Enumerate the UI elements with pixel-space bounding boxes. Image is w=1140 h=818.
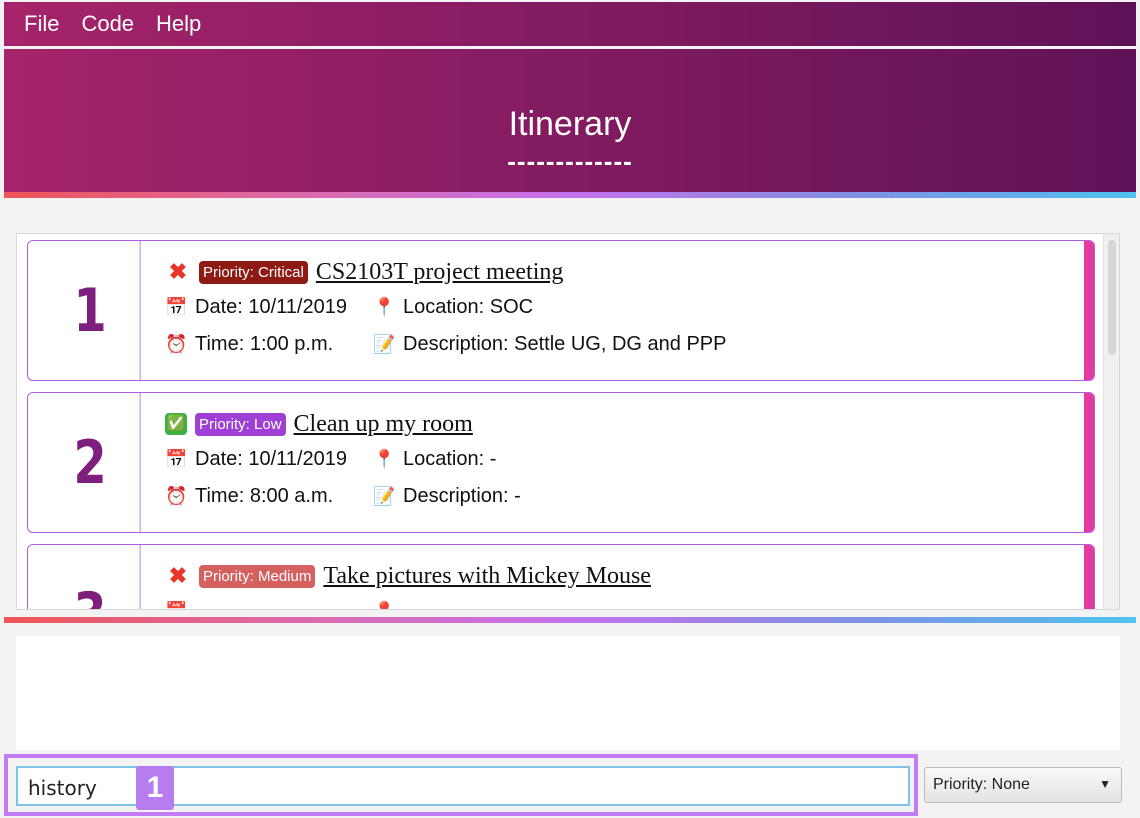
check-mark-icon: ✅ bbox=[165, 413, 187, 435]
alarm-clock-icon: ⏰ bbox=[165, 486, 188, 506]
calendar-icon: 📅 bbox=[165, 449, 188, 469]
gradient-divider bbox=[4, 617, 1136, 623]
event-time: Time: 8:00 a.m. bbox=[195, 485, 334, 507]
scrollbar[interactable] bbox=[1103, 234, 1119, 609]
event-date: Date: 10/11/2019 bbox=[195, 296, 347, 318]
cross-mark-icon: ✖ bbox=[168, 259, 188, 284]
priority-badge: Priority: Critical bbox=[199, 260, 308, 284]
event-location: Location: - bbox=[403, 448, 497, 470]
event-title: CS2103T project meeting bbox=[315, 258, 564, 285]
event-description: Description: - bbox=[403, 485, 521, 507]
memo-icon: 📝 bbox=[373, 486, 396, 506]
priority-badge: Priority: Medium bbox=[199, 564, 316, 588]
command-box-highlight: history 1 bbox=[4, 754, 918, 816]
annotation-marker: 1 bbox=[136, 766, 174, 810]
event-details: ✖ Priority: Medium Take pictures with Mi… bbox=[153, 545, 1094, 609]
event-card[interactable]: 2 ✅ Priority: Low Clean up my room 📅 Date… bbox=[27, 392, 1095, 533]
priority-select-value: Priority: None bbox=[933, 776, 1030, 793]
card-stripe bbox=[1084, 393, 1094, 532]
priority-badge: Priority: Low bbox=[195, 412, 286, 436]
pin-icon: 📍 bbox=[373, 297, 396, 317]
page-title: Itinerary bbox=[508, 105, 632, 143]
event-details: ✅ Priority: Low Clean up my room 📅 Date: … bbox=[153, 393, 1094, 532]
priority-select[interactable]: Priority: None ▼ bbox=[924, 767, 1122, 803]
result-display bbox=[16, 636, 1120, 750]
event-location: Location: SOC bbox=[403, 296, 534, 318]
event-details: ✖ Priority: Critical CS2103T project mee… bbox=[153, 241, 1094, 380]
event-index: 2 bbox=[41, 393, 141, 532]
chevron-down-icon: ▼ bbox=[1099, 777, 1111, 791]
cross-mark-icon: ✖ bbox=[168, 563, 188, 588]
pin-icon: 📍 bbox=[373, 449, 396, 469]
header-banner: Itinerary ------------- bbox=[4, 49, 1136, 192]
calendar-icon: 📅 bbox=[165, 601, 191, 609]
pin-icon: 📍 bbox=[373, 601, 399, 609]
event-title: Clean up my room bbox=[293, 410, 473, 437]
event-card[interactable]: 3 ✖ Priority: Medium Take pictures with … bbox=[27, 544, 1095, 609]
event-index: 3 bbox=[41, 545, 141, 609]
event-index: 1 bbox=[41, 241, 141, 380]
card-stripe bbox=[1084, 545, 1094, 609]
menu-help[interactable]: Help bbox=[156, 11, 201, 37]
event-card[interactable]: 1 ✖ Priority: Critical CS2103T project m… bbox=[27, 240, 1095, 381]
event-description: Description: Settle UG, DG and PPP bbox=[403, 333, 727, 355]
menu-file[interactable]: File bbox=[24, 11, 59, 37]
event-list: 1 ✖ Priority: Critical CS2103T project m… bbox=[16, 233, 1120, 610]
event-time: Time: 1:00 p.m. bbox=[195, 333, 334, 355]
scrollbar-thumb[interactable] bbox=[1108, 240, 1116, 355]
menu-bar: File Code Help bbox=[4, 2, 1136, 46]
event-date: Date: 10/11/2019 bbox=[195, 448, 347, 470]
alarm-clock-icon: ⏰ bbox=[165, 334, 188, 354]
memo-icon: 📝 bbox=[373, 334, 396, 354]
menu-code[interactable]: Code bbox=[81, 11, 134, 37]
title-divider: ------------- bbox=[507, 146, 633, 176]
gradient-divider bbox=[4, 192, 1136, 198]
card-stripe bbox=[1084, 241, 1094, 380]
event-title: Take pictures with Mickey Mouse bbox=[323, 562, 651, 589]
calendar-icon: 📅 bbox=[165, 297, 188, 317]
